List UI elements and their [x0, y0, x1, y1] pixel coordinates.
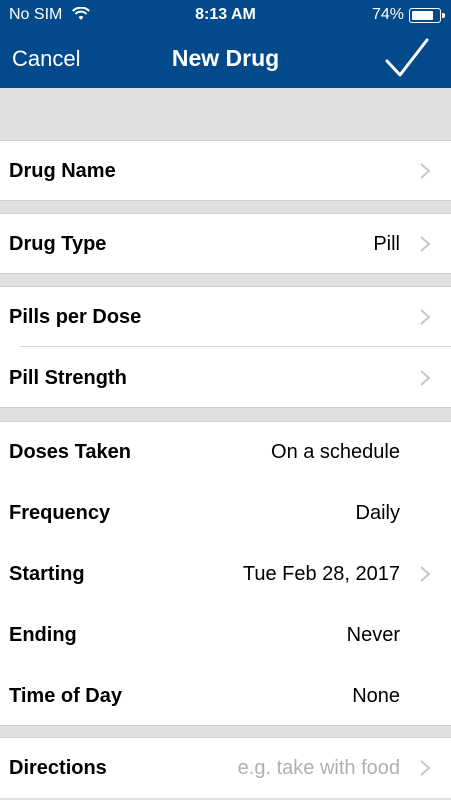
battery-percent: 74% — [371, 6, 404, 23]
row-drug-name[interactable]: Drug Name — [0, 140, 451, 201]
pill-strength-label: Pill Strength — [9, 367, 127, 389]
chevron-right-icon — [420, 370, 431, 386]
section-drug-type: Drug Type Pill — [0, 213, 451, 274]
section-dosage: Pills per Dose Pill Strength — [0, 286, 451, 408]
divider — [0, 200, 451, 201]
ending-label: Ending — [9, 624, 77, 646]
divider — [0, 407, 451, 408]
doses-taken-value: On a schedule — [271, 441, 400, 463]
pills-per-dose-label: Pills per Dose — [9, 306, 142, 328]
row-pill-strength[interactable]: Pill Strength — [0, 347, 451, 408]
frequency-value: Daily — [355, 502, 400, 524]
starting-label: Starting — [9, 563, 85, 585]
navigation-bar: No SIM 8:13 AM 74% Cancel New Drug — [0, 0, 451, 88]
chevron-right-icon — [420, 760, 431, 776]
drug-type-label: Drug Type — [9, 233, 107, 255]
divider — [0, 725, 451, 726]
battery-icon — [409, 8, 445, 23]
drug-name-label: Drug Name — [9, 160, 116, 182]
row-directions[interactable]: Directions e.g. take with food — [0, 737, 451, 798]
section-directions: Directions e.g. take with food — [0, 737, 451, 798]
battery-nub — [442, 13, 445, 18]
divider — [0, 273, 451, 274]
drug-type-value: Pill — [373, 233, 400, 255]
directions-input[interactable]: e.g. take with food — [238, 757, 400, 780]
directions-label: Directions — [9, 757, 107, 779]
ending-value: Never — [346, 624, 400, 646]
chevron-right-icon — [420, 309, 431, 325]
checkmark-icon[interactable] — [385, 38, 429, 78]
starting-value: Tue Feb 28, 2017 — [242, 563, 400, 585]
doses-taken-label: Doses Taken — [9, 441, 131, 463]
page-title: New Drug — [171, 45, 280, 71]
section-drug-name: Drug Name — [0, 140, 451, 201]
row-time-of-day[interactable]: Time of Day None — [0, 665, 451, 726]
frequency-label: Frequency — [9, 502, 111, 524]
row-ending[interactable]: Ending Never — [0, 604, 451, 665]
row-pills-per-dose[interactable]: Pills per Dose — [0, 286, 451, 347]
battery-fill — [412, 11, 433, 20]
row-doses-taken[interactable]: Doses Taken On a schedule — [0, 421, 451, 482]
chevron-right-icon — [420, 236, 431, 252]
time-of-day-value: None — [352, 685, 400, 707]
row-starting[interactable]: Starting Tue Feb 28, 2017 — [0, 543, 451, 604]
status-bar: No SIM 8:13 AM 74% — [0, 0, 451, 32]
section-schedule: Doses Taken On a schedule Frequency Dail… — [0, 421, 451, 726]
time-of-day-label: Time of Day — [9, 685, 122, 707]
row-frequency[interactable]: Frequency Daily — [0, 482, 451, 543]
chevron-right-icon — [420, 163, 431, 179]
chevron-right-icon — [420, 566, 431, 582]
row-drug-type[interactable]: Drug Type Pill — [0, 213, 451, 274]
